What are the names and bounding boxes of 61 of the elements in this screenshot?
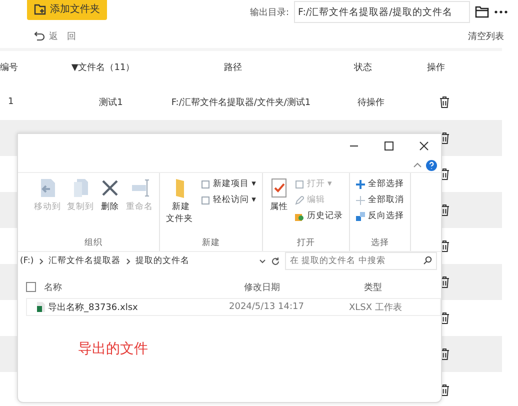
- column-header[interactable]: ▼文件名（11）: [58, 61, 148, 74]
- address-bar[interactable]: (F:) 汇帮文件名提取器 提取的文件名: [20, 252, 280, 270]
- column-header[interactable]: 名称: [44, 280, 244, 294]
- ribbon-button[interactable]: 全部取消: [354, 193, 406, 207]
- refresh-icon[interactable]: [271, 256, 280, 266]
- column-header: 操作: [426, 62, 446, 74]
- file-name: 导出名称_83736.xlsx: [48, 302, 138, 314]
- chevron-icon: [126, 258, 131, 264]
- ribbon-button[interactable]: 历史记录: [292, 209, 345, 223]
- maximize-icon[interactable]: [384, 141, 394, 151]
- search-field[interactable]: 在 提取的文件名 中搜索: [285, 252, 437, 270]
- squares-icon: [356, 212, 365, 220]
- ribbon-group-label: 新建: [202, 237, 220, 249]
- chevron-icon: [38, 258, 44, 264]
- file-type: XLSX 工作表: [349, 302, 403, 314]
- file-date: 2024/5/13 14:17: [229, 302, 305, 312]
- history-icon: [294, 212, 304, 220]
- caret-up-icon[interactable]: [413, 162, 422, 168]
- folder-add-icon: [34, 4, 46, 14]
- folder-icon[interactable]: [475, 6, 489, 18]
- annotation-text: 导出的文件: [78, 340, 148, 358]
- column-header: 路径: [223, 62, 243, 74]
- select-all-checkbox[interactable]: [26, 282, 36, 292]
- ribbon-button[interactable]: 新建文件夹: [164, 177, 197, 237]
- ribbon-group-label: 打开: [296, 237, 315, 249]
- help-icon[interactable]: [426, 160, 437, 170]
- ribbon-button[interactable]: 反向选择: [354, 209, 406, 223]
- ribbon-button[interactable]: 删除: [98, 177, 122, 237]
- output-path-field[interactable]: F:/汇帮文件名提取器/提取的文件名: [294, 1, 470, 23]
- dropdown-caret-icon[interactable]: [259, 258, 266, 264]
- ribbon-group-label: 选择: [370, 237, 389, 249]
- file-row[interactable]: 导出名称_83736.xlsx 2024/5/13 14:17 XLSX 工作表: [26, 298, 441, 316]
- ribbon-button[interactable]: 属性: [266, 177, 291, 237]
- output-label: 输出目录:: [250, 6, 289, 18]
- checkmark-document-icon: [268, 177, 289, 199]
- column-header[interactable]: 类型: [364, 280, 434, 294]
- table-cell-text: 1: [8, 97, 15, 107]
- trash-icon[interactable]: [438, 96, 450, 108]
- back-button[interactable]: 返 回: [34, 30, 76, 42]
- table-cell-text: 待操作: [356, 96, 386, 108]
- spreadsheet-file-icon: [37, 302, 45, 312]
- ribbon-group-label: 组织: [84, 237, 102, 249]
- search-icon: [423, 256, 432, 265]
- breadcrumb-item[interactable]: (F:): [20, 256, 34, 266]
- more-icon[interactable]: [494, 10, 508, 14]
- pencil-icon: [294, 196, 304, 204]
- column-header[interactable]: 修改日期: [244, 280, 364, 294]
- clear-list-button[interactable]: 清空列表: [468, 30, 504, 42]
- close-icon[interactable]: [419, 141, 429, 151]
- text-cursor-icon: [130, 177, 150, 199]
- column-header: 编号: [0, 62, 19, 74]
- back-arrow-icon: [34, 31, 45, 41]
- table-cell-text: F:/汇帮文件名提取器/文件夹/测试1: [170, 96, 312, 108]
- table-cell-text: 测试1: [98, 96, 124, 108]
- breadcrumb-item[interactable]: 提取的文件名: [136, 255, 190, 267]
- ribbon-button[interactable]: 轻松访问 ▾: [198, 193, 258, 207]
- add-folder-button[interactable]: 添加文件夹: [27, 0, 107, 20]
- breadcrumb-item[interactable]: 汇帮文件名提取器: [48, 255, 121, 267]
- ribbon-button[interactable]: 全部选择: [354, 177, 406, 191]
- ribbon-button[interactable]: 新建项目 ▾: [198, 177, 258, 191]
- column-header: 状态: [353, 62, 373, 74]
